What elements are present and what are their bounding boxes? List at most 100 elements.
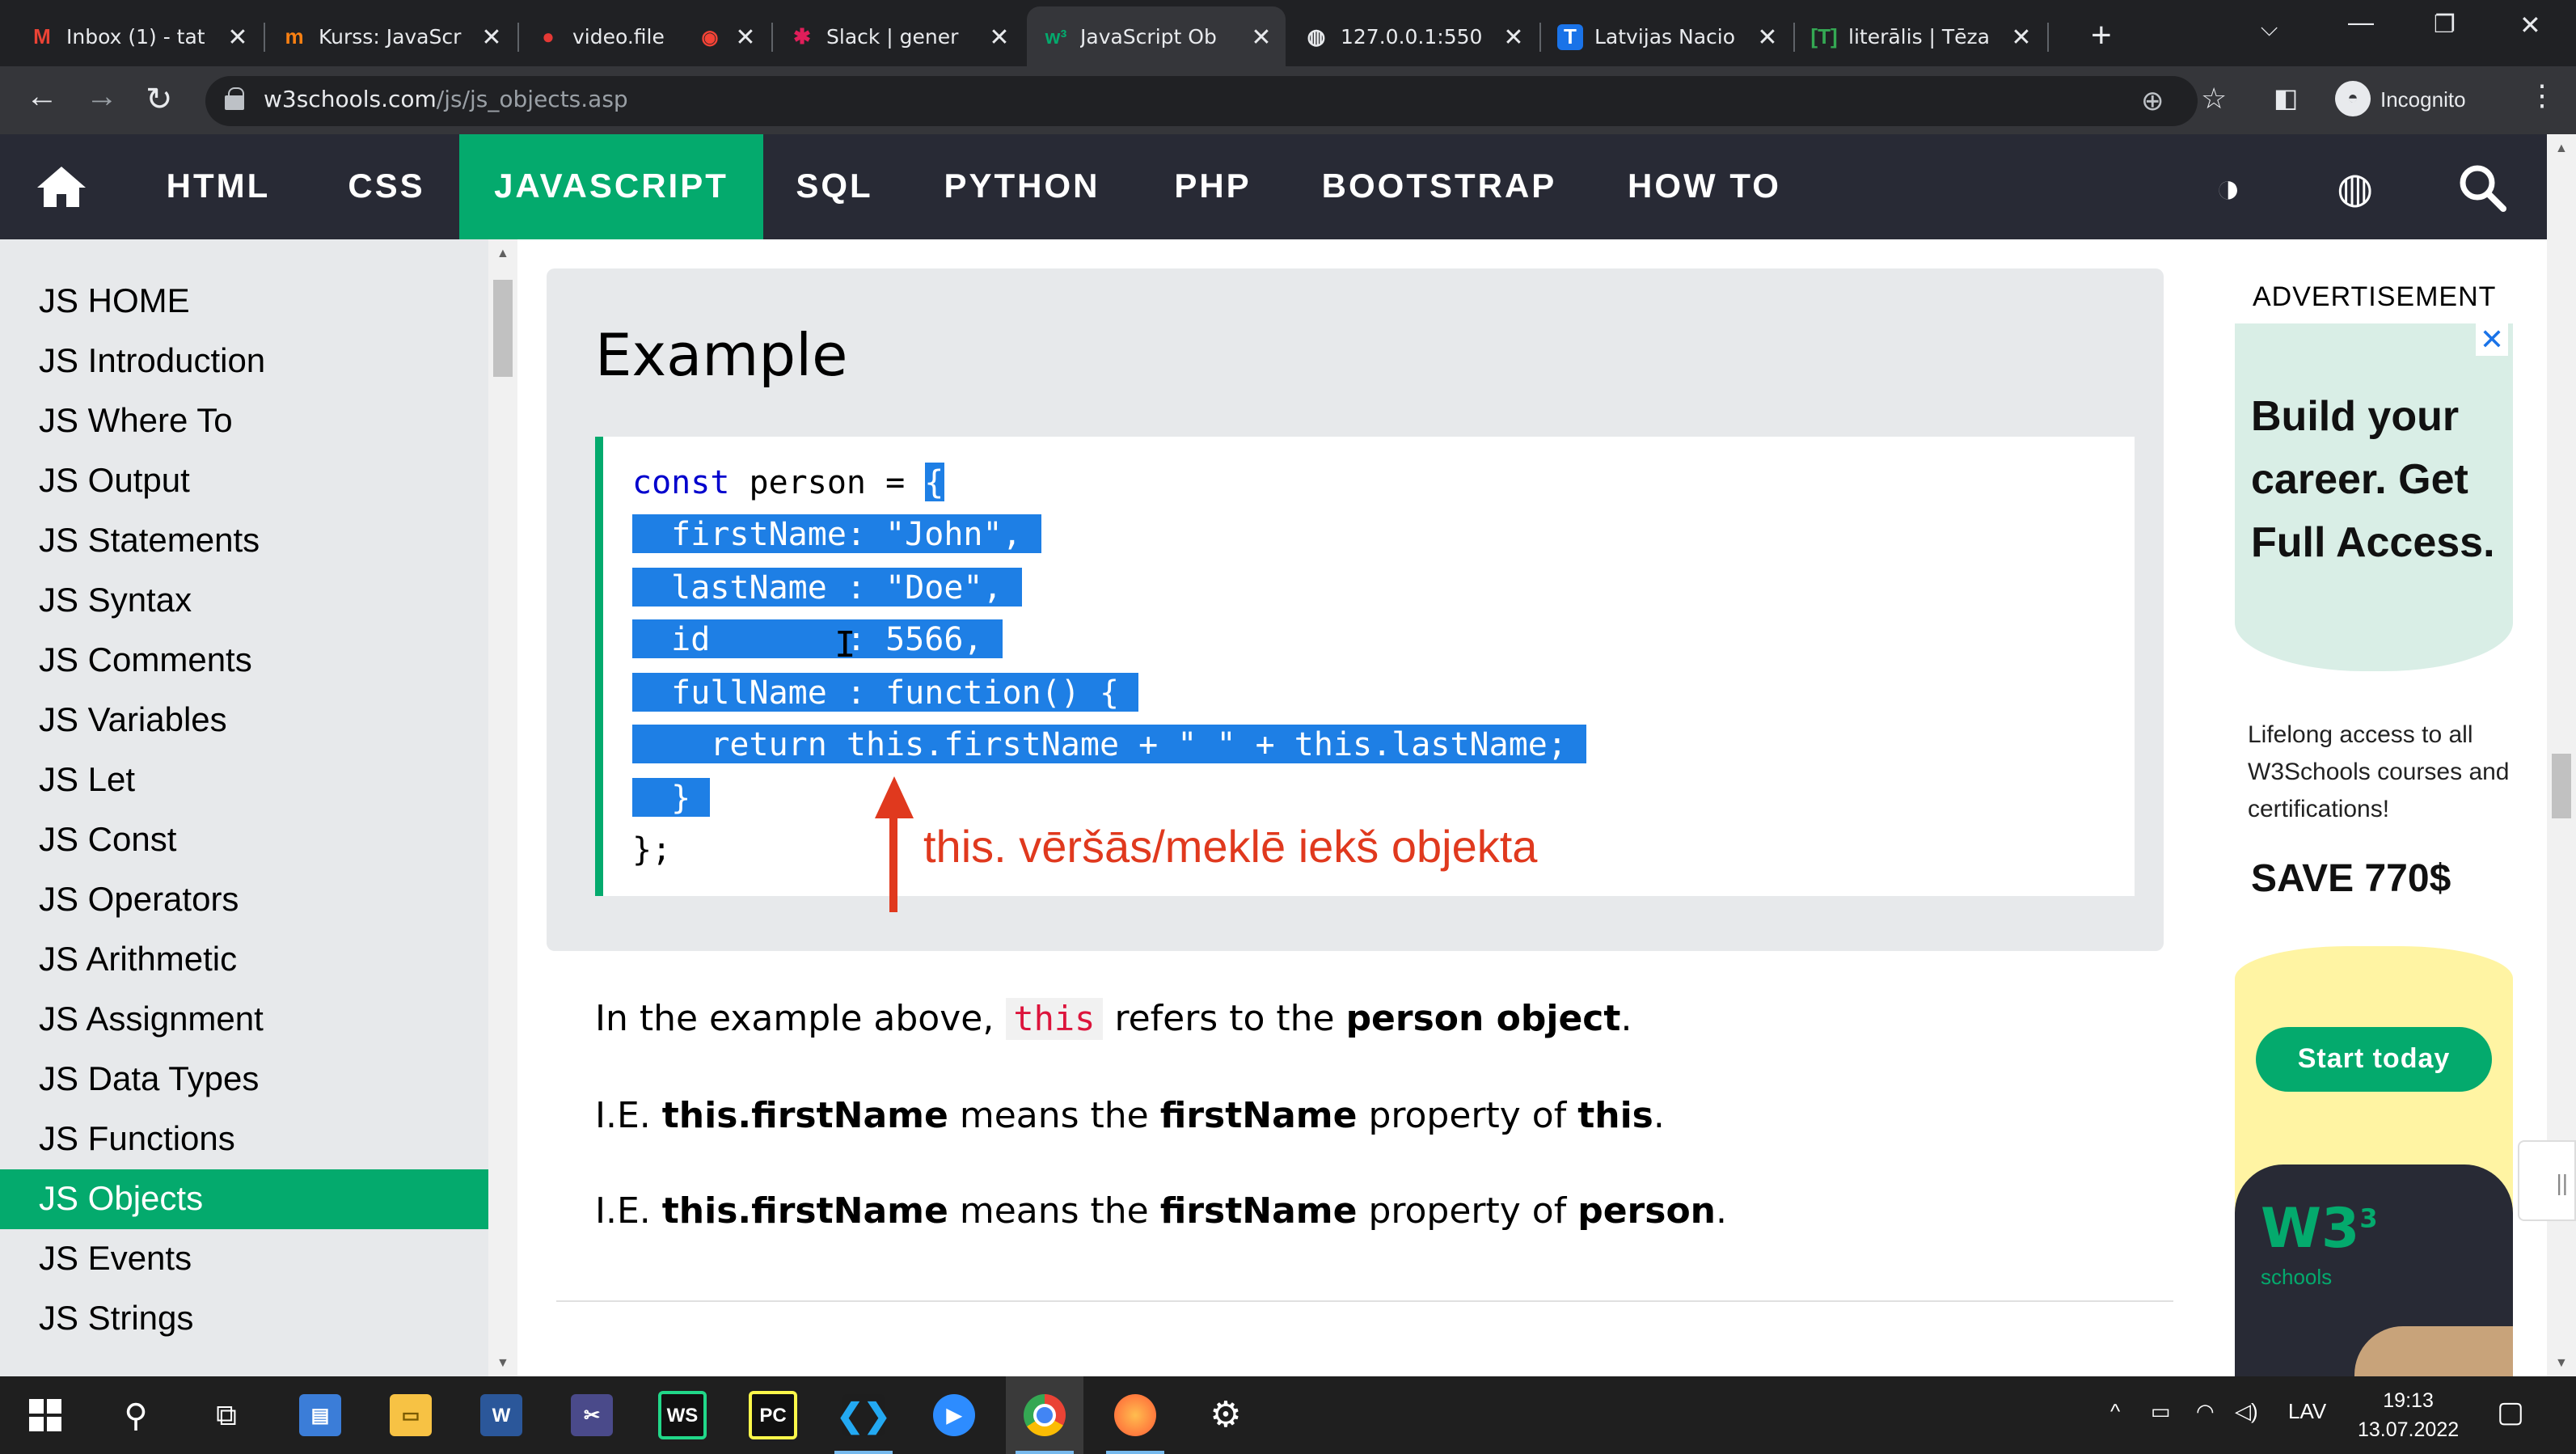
url-text[interactable]: w3schools.com/js/js_objects.asp	[264, 87, 628, 113]
start-button[interactable]	[6, 1376, 84, 1454]
taskbar-app-webstorm[interactable]: WS	[644, 1376, 721, 1454]
close-tab-icon[interactable]: ✕	[1756, 22, 1779, 51]
back-arrow-icon[interactable]: ←	[26, 79, 58, 116]
reload-icon[interactable]: ↻	[146, 79, 173, 120]
taskbar-app-file-explorer[interactable]: ▭	[372, 1376, 450, 1454]
sidebar-item-js-objects[interactable]: JS Objects	[0, 1169, 488, 1229]
taskbar-app-vscode[interactable]: ❮❯	[825, 1376, 902, 1454]
tab-title: video.file	[572, 24, 665, 49]
ad-close-icon[interactable]: ✕	[2476, 323, 2508, 356]
forward-arrow-icon[interactable]: →	[86, 79, 118, 116]
sidebar-item-js-events[interactable]: JS Events	[0, 1229, 488, 1289]
browser-tab-gmail[interactable]: M Inbox (1) - tat ✕	[13, 6, 262, 66]
volume-icon[interactable]: ◁)	[2235, 1399, 2258, 1425]
browser-tab-tezaurs[interactable]: T Latvijas Nacio ✕	[1541, 6, 1792, 66]
screen: M Inbox (1) - tat ✕ m Kurss: JavaScr ✕ ●…	[0, 0, 2576, 1454]
sidebar-item-js-operators[interactable]: JS Operators	[0, 870, 488, 930]
taskbar-app-word[interactable]: W	[462, 1376, 540, 1454]
browser-tab-slack[interactable]: ✱ Slack | gener ✕	[773, 6, 1024, 66]
nav-bootstrap[interactable]: BOOTSTRAP	[1287, 134, 1591, 239]
task-view-button[interactable]: ⧉	[188, 1376, 265, 1454]
nav-php[interactable]: PHP	[1138, 134, 1287, 239]
close-tab-icon[interactable]: ✕	[734, 22, 757, 51]
contrast-icon[interactable]: ◑	[2215, 163, 2240, 213]
home-icon[interactable]	[36, 163, 87, 209]
side-panel-icon[interactable]: ◧	[2274, 82, 2298, 115]
sidebar-item-js-const[interactable]: JS Const	[0, 810, 488, 870]
close-window-icon[interactable]: ✕	[2519, 10, 2541, 42]
sidebar-item-js-functions[interactable]: JS Functions	[0, 1110, 488, 1169]
page-scroll-thumb[interactable]	[2552, 754, 2571, 818]
address-bar[interactable]: w3schools.com/js/js_objects.asp ⊕	[205, 76, 2198, 126]
taskbar-app-control-panel[interactable]: ▤	[281, 1376, 359, 1454]
taskbar-app-settings[interactable]: ⚙	[1187, 1376, 1265, 1454]
sidebar-item-js-output[interactable]: JS Output	[0, 451, 488, 511]
search-icon: ⚲	[124, 1398, 148, 1434]
language-indicator[interactable]: LAV	[2288, 1399, 2326, 1423]
taskbar-app-zoom[interactable]: ▶	[915, 1376, 993, 1454]
taskbar-app-chrome[interactable]	[1006, 1376, 1083, 1454]
annotation-text: this. vēršās/meklē iekš objekta	[923, 822, 1538, 872]
sidebar-item-js-where-to[interactable]: JS Where To	[0, 391, 488, 451]
search-icon[interactable]	[2458, 163, 2506, 212]
start-today-button[interactable]: Start today	[2256, 1027, 2492, 1092]
nav-python[interactable]: PYTHON	[906, 134, 1138, 239]
sidebar-item-js-let[interactable]: JS Let	[0, 750, 488, 810]
scroll-down-icon[interactable]: ▼	[496, 1355, 509, 1370]
sidebar-scroll-thumb[interactable]	[493, 280, 513, 377]
close-tab-icon[interactable]: ✕	[2010, 22, 2033, 51]
browser-tab-localhost[interactable]: ◍ 127.0.0.1:550 ✕	[1287, 6, 1538, 66]
search-button[interactable]: ⚲	[97, 1376, 175, 1454]
close-tab-icon[interactable]: ✕	[988, 22, 1011, 51]
sidebar-item-js-home[interactable]: JS HOME	[0, 272, 488, 332]
tray-chevron-icon[interactable]: ^	[2110, 1399, 2120, 1423]
nav-javascript[interactable]: JAVASCRIPT	[459, 134, 763, 239]
code-block[interactable]: const person = { firstName: "John", last…	[595, 437, 2135, 912]
ad-banner[interactable]: ✕ Build your career. Get Full Access. Li…	[2235, 323, 2513, 1376]
taskbar-app-pycharm[interactable]: PC	[734, 1376, 812, 1454]
notification-icon[interactable]: ▢	[2497, 1396, 2524, 1430]
side-panel-handle[interactable]: ||	[2518, 1140, 2576, 1221]
close-tab-icon[interactable]: ✕	[480, 22, 503, 51]
sidebar-item-js-arithmetic[interactable]: JS Arithmetic	[0, 930, 488, 990]
incognito-indicator[interactable]: ◓ Incognito	[2335, 81, 2466, 116]
nav-how-to[interactable]: HOW TO	[1591, 134, 1818, 239]
new-tab-button[interactable]: +	[2091, 15, 2112, 57]
sidebar-scrollbar[interactable]: ▲ ▼	[488, 239, 517, 1376]
tab-title: JavaScript Ob	[1080, 24, 1217, 49]
browser-tab-video[interactable]: ● video.file ◉ ✕	[519, 6, 770, 66]
clock[interactable]: 19:13 13.07.2022	[2358, 1386, 2459, 1444]
sidebar-item-js-introduction[interactable]: JS Introduction	[0, 332, 488, 391]
scroll-up-icon[interactable]: ▲	[2555, 141, 2568, 155]
browser-tab-literalis[interactable]: [T] literālis | Tēza ✕	[1795, 6, 2046, 66]
paragraph-1: In the example above, this refers to the…	[595, 998, 1632, 1040]
taskbar-app-snip[interactable]: ✂	[553, 1376, 631, 1454]
sidebar-item-js-statements[interactable]: JS Statements	[0, 511, 488, 571]
close-tab-icon[interactable]: ✕	[1502, 22, 1525, 51]
globe-icon[interactable]: ◍	[2337, 163, 2373, 213]
close-tab-icon[interactable]: ✕	[1250, 22, 1273, 51]
wifi-icon[interactable]: ◠	[2196, 1399, 2215, 1425]
menu-kebab-icon[interactable]: ⋮	[2527, 79, 2557, 113]
browser-tab-w3schools[interactable]: w³ JavaScript Ob ✕	[1027, 6, 1286, 66]
sidebar-item-js-data-types[interactable]: JS Data Types	[0, 1050, 488, 1110]
sidebar-item-js-comments[interactable]: JS Comments	[0, 631, 488, 691]
restore-icon[interactable]: ❐	[2434, 10, 2456, 39]
sidebar-item-js-syntax[interactable]: JS Syntax	[0, 571, 488, 631]
nav-html[interactable]: HTML	[128, 134, 309, 239]
sidebar-item-js-strings[interactable]: JS Strings	[0, 1289, 488, 1349]
browser-tab-moodle[interactable]: m Kurss: JavaScr ✕	[265, 6, 516, 66]
taskbar-app-firefox[interactable]	[1096, 1376, 1174, 1454]
zoom-icon[interactable]: ⊕	[2141, 86, 2164, 118]
scroll-down-icon[interactable]: ▼	[2555, 1355, 2568, 1370]
sidebar-item-js-variables[interactable]: JS Variables	[0, 691, 488, 750]
battery-icon[interactable]: ▭	[2151, 1399, 2171, 1425]
close-tab-icon[interactable]: ✕	[226, 22, 249, 51]
tab-search-chevron-icon[interactable]: ⌵	[2261, 15, 2278, 42]
minimize-icon[interactable]: —	[2348, 10, 2374, 39]
nav-css[interactable]: CSS	[309, 134, 464, 239]
nav-sql[interactable]: SQL	[763, 134, 906, 239]
bookmark-star-icon[interactable]: ☆	[2201, 82, 2227, 116]
scroll-up-icon[interactable]: ▲	[496, 246, 509, 260]
sidebar-item-js-assignment[interactable]: JS Assignment	[0, 990, 488, 1050]
